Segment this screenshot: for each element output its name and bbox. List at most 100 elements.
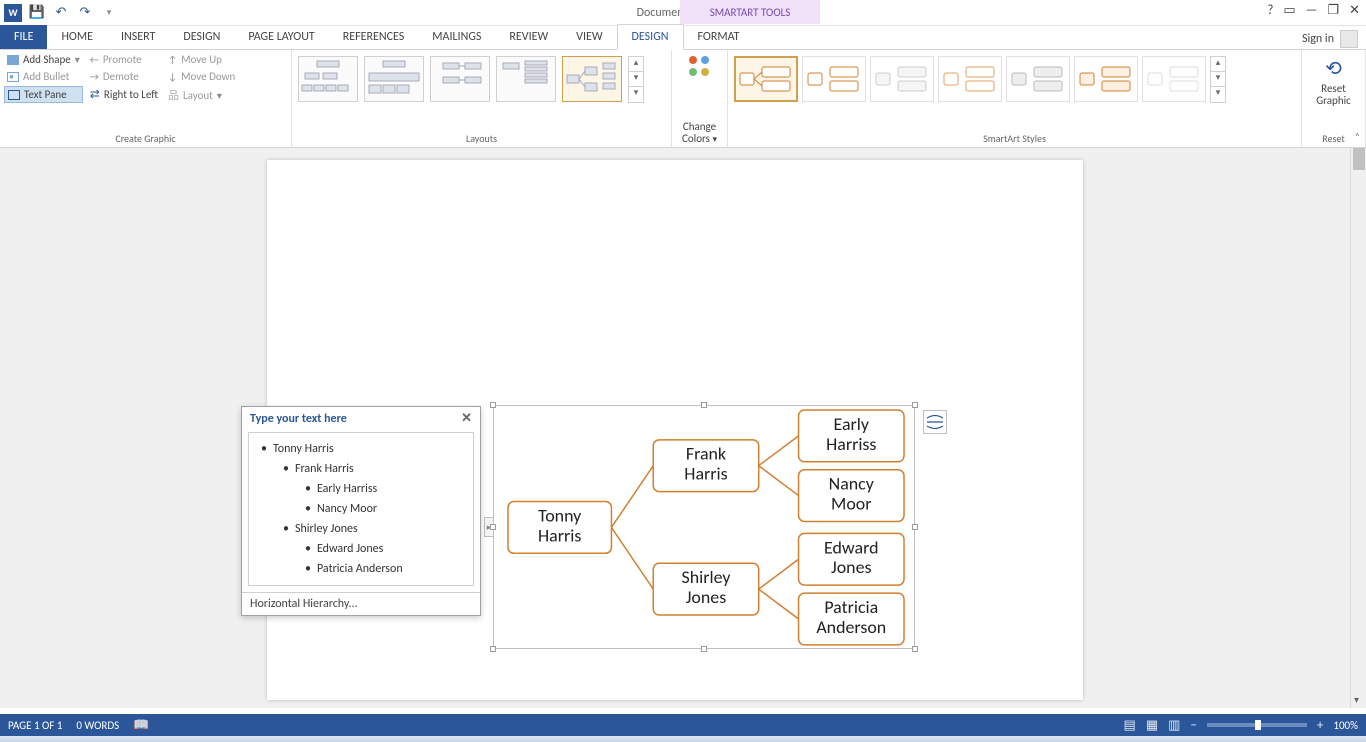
view-web-layout-icon[interactable]: ▥: [1168, 718, 1180, 733]
redo-icon[interactable]: ↷: [76, 4, 94, 22]
layouts-scroll-down[interactable]: ▾: [629, 72, 643, 87]
scroll-down-icon[interactable]: ▾: [1354, 693, 1359, 706]
add-bullet-button[interactable]: Add Bullet: [4, 69, 83, 84]
minimize-icon[interactable]: —: [1306, 3, 1318, 18]
change-colors-button[interactable]: Change Colors ▾: [676, 121, 723, 145]
tab-page-layout[interactable]: PAGE LAYOUT: [234, 25, 328, 49]
scroll-thumb[interactable]: [1353, 148, 1365, 170]
layout-thumb-1[interactable]: [298, 56, 358, 102]
style-thumb-7[interactable]: [1142, 56, 1206, 102]
move-down-button[interactable]: ↓Move Down: [165, 69, 238, 84]
zoom-in-icon[interactable]: +: [1317, 718, 1323, 733]
zoom-out-icon[interactable]: −: [1190, 718, 1196, 733]
add-shape-button[interactable]: Add Shape▾: [4, 52, 83, 67]
layout-thumb-3[interactable]: [430, 56, 490, 102]
zoom-level[interactable]: 100%: [1333, 719, 1358, 732]
layout-icon: 品: [168, 87, 179, 103]
node-g1-line1[interactable]: Early: [834, 413, 869, 435]
demote-button[interactable]: →Demote: [87, 69, 161, 84]
styles-scroll-up[interactable]: ▴: [1211, 57, 1225, 72]
restore-icon[interactable]: ❐: [1327, 3, 1339, 18]
save-icon[interactable]: 💾: [28, 4, 46, 22]
tab-insert[interactable]: INSERT: [107, 25, 169, 49]
node-g2-line1[interactable]: Nancy: [829, 473, 874, 495]
view-print-layout-icon[interactable]: ▤: [1124, 718, 1136, 733]
tab-design[interactable]: DESIGN: [169, 25, 234, 49]
style-thumb-6[interactable]: [1074, 56, 1138, 102]
tab-smartart-design[interactable]: DESIGN: [617, 24, 684, 50]
status-page[interactable]: PAGE 1 OF 1: [8, 719, 62, 732]
layout-thumb-5-selected[interactable]: [562, 56, 622, 102]
smartart-canvas[interactable]: ▸ Tonny Harris Frank Harris Shirley: [493, 405, 915, 649]
text-pane-body[interactable]: Tonny HarrisFrank HarrisEarly HarrissNan…: [248, 432, 474, 586]
tab-view[interactable]: VIEW: [562, 25, 616, 49]
view-read-mode-icon[interactable]: ▦: [1146, 718, 1158, 733]
text-pane-close-icon[interactable]: ✕: [461, 411, 472, 426]
node-g3-line2[interactable]: Jones: [831, 556, 871, 578]
style-thumb-2[interactable]: [802, 56, 866, 102]
style-thumb-4[interactable]: [938, 56, 1002, 102]
ribbon-display-icon[interactable]: ▭: [1283, 3, 1295, 18]
word-app-icon[interactable]: W: [4, 4, 22, 22]
layouts-scroll-up[interactable]: ▴: [629, 57, 643, 72]
close-icon[interactable]: ✕: [1349, 3, 1360, 18]
node-root-line2[interactable]: Harris: [538, 524, 581, 546]
tab-review[interactable]: REVIEW: [495, 25, 562, 49]
text-pane-item[interactable]: Shirley Jones: [253, 519, 469, 539]
style-thumb-5[interactable]: [1006, 56, 1070, 102]
layout-button[interactable]: 品Layout▾: [165, 86, 238, 104]
layout-thumb-4[interactable]: [496, 56, 556, 102]
node-root-line1[interactable]: Tonny: [538, 504, 581, 526]
tab-home[interactable]: HOME: [47, 25, 107, 49]
style-thumb-1-selected[interactable]: [734, 56, 798, 102]
tab-mailings[interactable]: MAILINGS: [418, 25, 495, 49]
text-pane-item[interactable]: Edward Jones: [253, 539, 469, 559]
tab-references[interactable]: REFERENCES: [329, 25, 419, 49]
text-pane-footer[interactable]: Horizontal Hierarchy...: [242, 592, 480, 615]
node-c2-line1[interactable]: Shirley: [681, 566, 730, 588]
text-pane-item[interactable]: Patricia Anderson: [253, 559, 469, 579]
zoom-slider[interactable]: [1207, 723, 1307, 727]
style-thumb-3[interactable]: [870, 56, 934, 102]
tab-smartart-format[interactable]: FORMAT: [684, 25, 754, 49]
change-colors-icon[interactable]: [687, 54, 713, 80]
node-g4-line2[interactable]: Anderson: [816, 616, 886, 638]
reset-label: Reset Graphic: [1306, 83, 1361, 107]
node-c2-line2[interactable]: Jones: [686, 586, 726, 608]
qat-dropdown-icon[interactable]: ▾: [100, 4, 118, 22]
sign-in[interactable]: Sign in: [1302, 30, 1358, 48]
layout-options-button[interactable]: [923, 410, 947, 434]
styles-scroll-more[interactable]: ▾: [1211, 87, 1225, 102]
demote-icon: →: [90, 70, 99, 83]
node-c1-line1[interactable]: Frank: [686, 443, 726, 465]
text-pane-item[interactable]: Nancy Moor: [253, 499, 469, 519]
right-to-left-button[interactable]: ⇄Right to Left: [87, 86, 161, 103]
move-down-icon: ↓: [168, 70, 177, 83]
text-pane-item[interactable]: Frank Harris: [253, 459, 469, 479]
styles-scroll-down[interactable]: ▾: [1211, 72, 1225, 87]
status-words[interactable]: 0 WORDS: [76, 719, 119, 732]
tab-file[interactable]: FILE: [0, 25, 47, 49]
collapse-ribbon-icon[interactable]: ˄: [1355, 130, 1360, 143]
node-g4-line1[interactable]: Patricia: [824, 596, 878, 618]
node-g3-line1[interactable]: Edward: [824, 536, 878, 558]
promote-button[interactable]: ←Promote: [87, 52, 161, 67]
avatar-icon: [1340, 30, 1358, 48]
undo-icon[interactable]: ↶: [52, 4, 70, 22]
help-icon[interactable]: ?: [1267, 3, 1273, 18]
node-g2-line2[interactable]: Moor: [831, 493, 871, 515]
layouts-scroll-more[interactable]: ▾: [629, 87, 643, 102]
text-pane-item[interactable]: Tonny Harris: [253, 439, 469, 459]
move-up-icon: ↑: [168, 53, 177, 66]
node-g1-line2[interactable]: Harriss: [826, 433, 876, 455]
text-pane-item[interactable]: Early Harriss: [253, 479, 469, 499]
spellcheck-icon[interactable]: 📖: [133, 718, 149, 733]
layout-thumb-2[interactable]: [364, 56, 424, 102]
ribbon-tabs: FILE HOME INSERT DESIGN PAGE LAYOUT REFE…: [0, 26, 1366, 50]
reset-graphic-button[interactable]: ⟲ Reset Graphic: [1306, 56, 1361, 107]
text-pane-button[interactable]: Text Pane: [4, 86, 83, 103]
text-pane-window[interactable]: Type your text here ✕ Tonny HarrisFrank …: [241, 406, 481, 616]
move-up-button[interactable]: ↑Move Up: [165, 52, 238, 67]
vertical-scrollbar[interactable]: ▴ ▾: [1350, 148, 1366, 708]
node-c1-line2[interactable]: Harris: [684, 463, 727, 485]
